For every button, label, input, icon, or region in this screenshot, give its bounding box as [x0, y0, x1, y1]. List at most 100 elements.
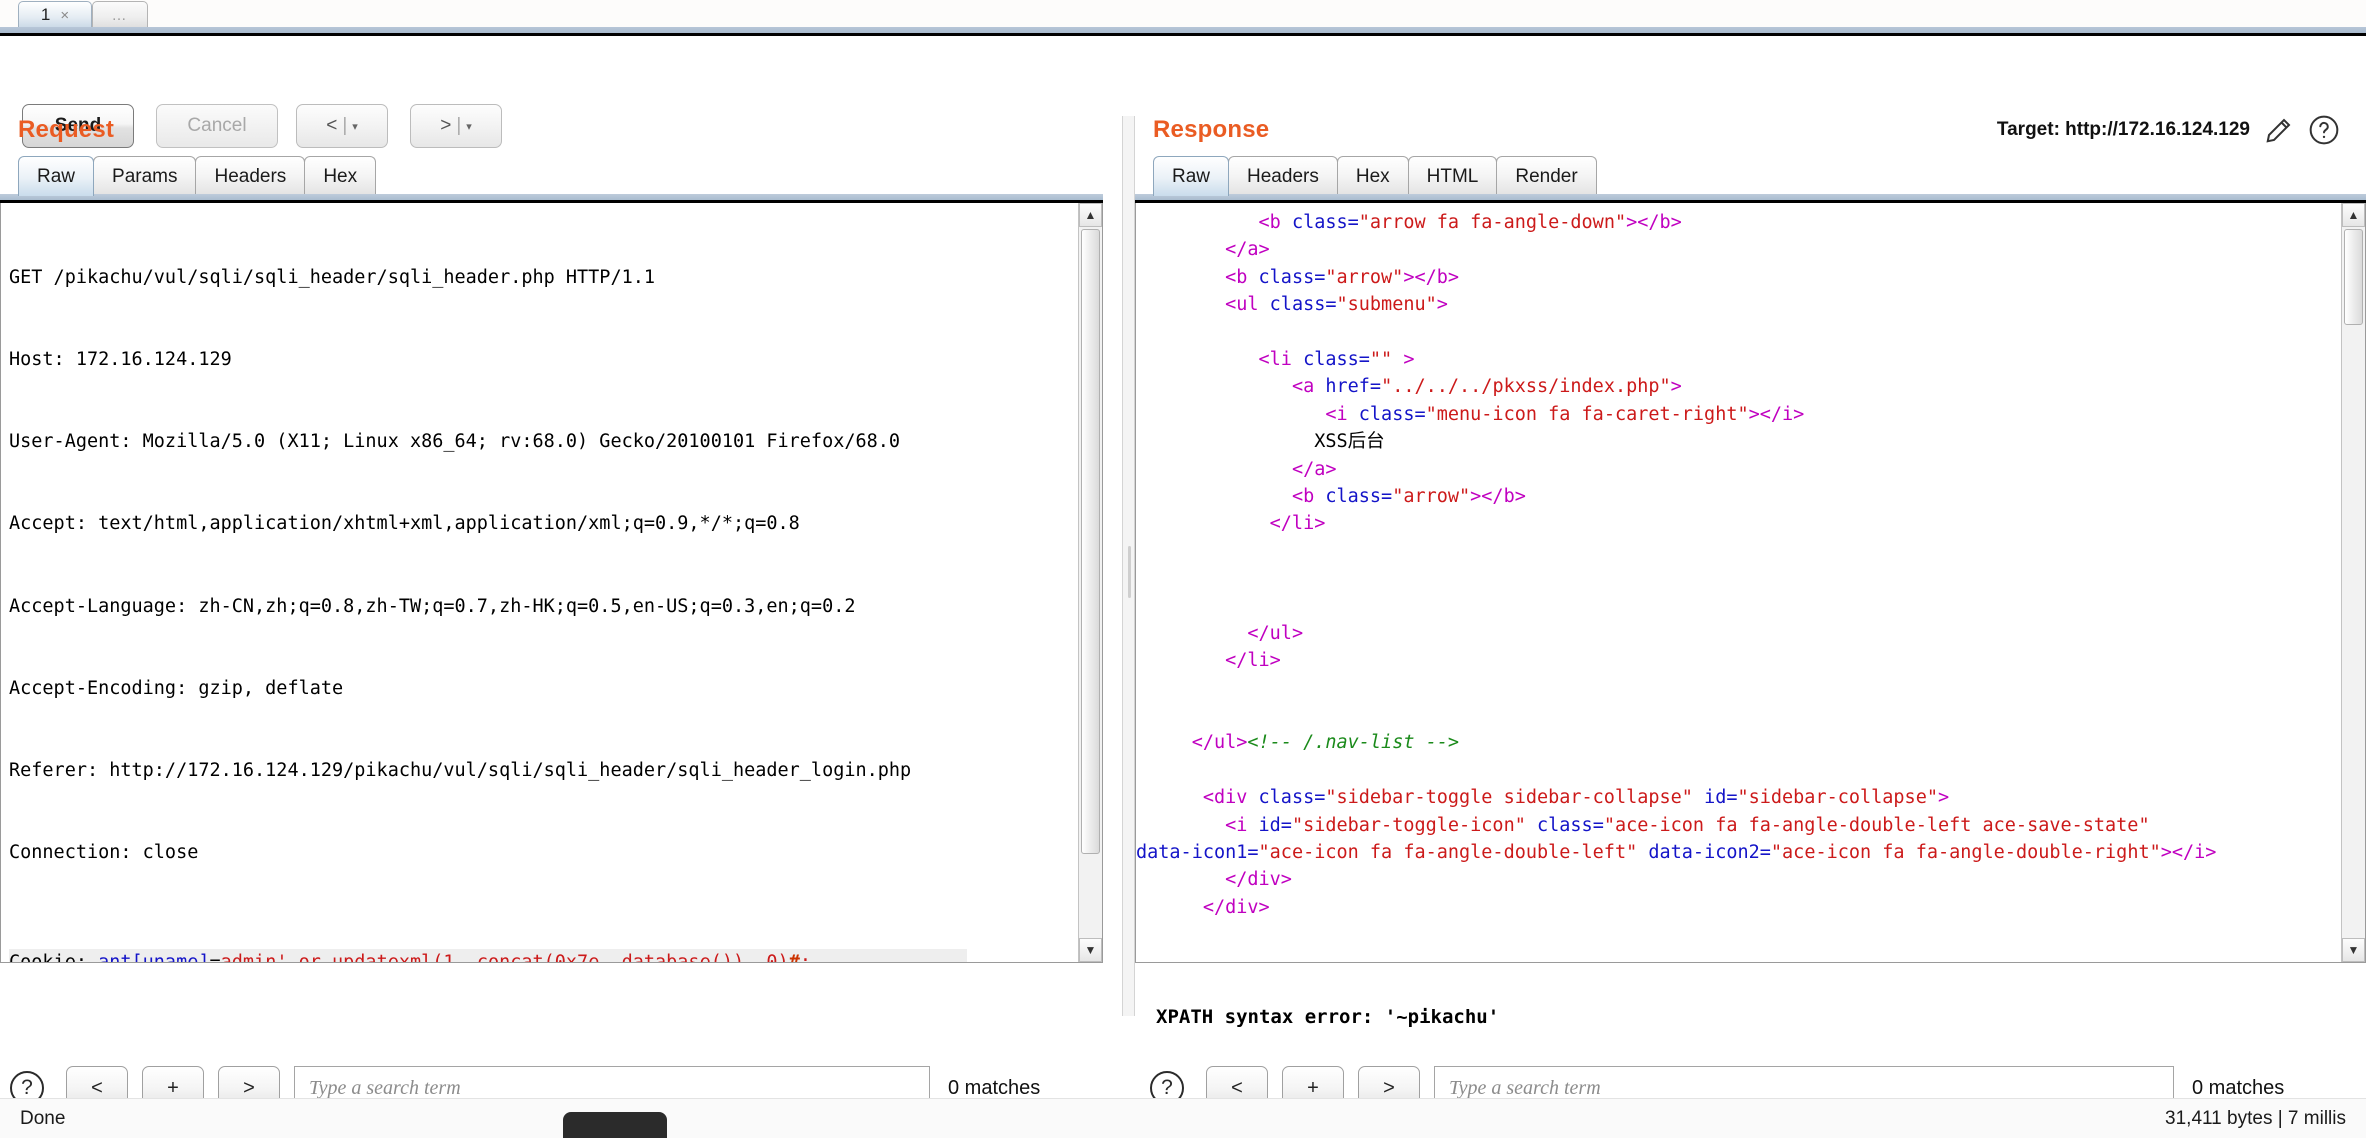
response-tab-raw[interactable]: Raw	[1153, 156, 1230, 196]
request-line: Accept: text/html,application/xhtml+xml,…	[9, 513, 800, 535]
close-icon[interactable]: ×	[60, 7, 69, 24]
request-tab-raw[interactable]: Raw	[18, 156, 95, 196]
request-tab-raw-label: Raw	[37, 165, 76, 187]
cookie-value-uname: admin' or updatexml(1, concat(0x7e, data…	[220, 951, 789, 963]
response-token: "arrow"	[1325, 266, 1404, 288]
response-token: class=	[1358, 403, 1426, 425]
request-editor[interactable]: GET /pikachu/vul/sqli/sqli_header/sqli_h…	[0, 203, 1103, 963]
response-token: >	[1436, 294, 1448, 316]
cookie-semicolon: ;	[799, 951, 811, 963]
target-area: Target: http://172.16.124.129	[1997, 114, 2340, 146]
go-back-button[interactable]: < | ▾	[296, 104, 388, 148]
response-line: XSS后台	[1136, 428, 2216, 455]
response-token: "../../../pkxss/index.php"	[1381, 376, 1671, 398]
request-cookie-line-1: Cookie: ant[uname]=admin' or updatexml(1…	[9, 948, 967, 963]
status-right-text: 31,411 bytes | 7 millis	[2165, 1107, 2346, 1129]
response-vertical-scrollbar[interactable]: ▲ ▼	[2341, 203, 2365, 962]
response-token: ></b>	[1626, 212, 1682, 233]
scroll-up-icon[interactable]: ▲	[2342, 203, 2365, 227]
response-token: >	[1392, 348, 1415, 370]
response-token: <ul	[1225, 294, 1270, 316]
repeater-tab-strip: 1 × …	[0, 0, 2366, 28]
response-line: <b class="arrow"></b>	[1136, 483, 2216, 510]
scroll-up-icon[interactable]: ▲	[1079, 203, 1102, 227]
pencil-icon[interactable]	[2264, 115, 2294, 145]
request-tab-row: Raw Params Headers Hex	[18, 154, 377, 196]
request-tab-params[interactable]: Params	[93, 156, 197, 196]
scroll-thumb[interactable]	[2344, 229, 2363, 325]
request-raw-text[interactable]: GET /pikachu/vul/sqli/sqli_header/sqli_h…	[9, 209, 967, 963]
response-line	[1136, 702, 2216, 729]
button-separator: |	[456, 115, 462, 136]
repeater-tab-more-label: …	[111, 6, 129, 24]
response-raw-text[interactable]: <b class="arrow fa fa-angle-down"></b> <…	[1136, 209, 2216, 921]
response-token: <b	[1291, 485, 1326, 507]
request-tab-hex[interactable]: Hex	[304, 156, 377, 196]
response-token: "sidebar-toggle sidebar-collapse"	[1325, 787, 1693, 809]
response-token: <!-- /.nav-list -->	[1247, 732, 1460, 754]
search-add-label: +	[1307, 1076, 1319, 1099]
status-left-text: Done	[20, 1107, 66, 1129]
go-forward-button[interactable]: > | ▾	[410, 104, 502, 148]
response-tab-hex[interactable]: Hex	[1336, 156, 1409, 196]
request-line: Host: 172.16.124.129	[9, 349, 232, 371]
response-line	[1136, 565, 2216, 592]
response-token	[1693, 787, 1704, 808]
response-line	[1136, 538, 2216, 565]
request-tab-headers[interactable]: Headers	[195, 156, 306, 196]
response-token: </ul>	[1247, 622, 1304, 644]
repeater-toolbar: Send Cancel < | ▾ > | ▾ Target: http://1…	[0, 36, 2366, 148]
request-line: User-Agent: Mozilla/5.0 (X11; Linux x86_…	[9, 431, 901, 453]
chevron-down-icon[interactable]: ▾	[466, 120, 472, 133]
response-line: <i id="sidebar-toggle-icon" class="ace-i…	[1136, 812, 2216, 839]
repeater-tab-1[interactable]: 1 ×	[18, 1, 92, 28]
response-tab-hex-label: Hex	[1355, 165, 1390, 187]
response-token: <li	[1258, 348, 1304, 370]
text-cursor: #	[788, 951, 800, 963]
response-token: "sidebar-toggle-icon"	[1291, 814, 1526, 836]
response-line: </a>	[1136, 236, 2216, 263]
response-token: "ace-icon fa fa-angle-double-left ace-sa…	[1603, 814, 2150, 836]
repeater-tab-more[interactable]: …	[92, 1, 148, 28]
xpath-error-text: XPATH syntax error: '~pikachu'	[1156, 1006, 1500, 1028]
search-next-label: >	[1383, 1076, 1395, 1099]
response-line: <li class="" >	[1136, 346, 2216, 373]
response-line: </li>	[1136, 647, 2216, 674]
response-tab-headers[interactable]: Headers	[1228, 156, 1338, 196]
scroll-thumb[interactable]	[1081, 229, 1100, 854]
cancel-button[interactable]: Cancel	[156, 104, 278, 148]
request-match-count: 0 matches	[948, 1076, 1041, 1099]
go-forward-label: >	[440, 115, 452, 136]
question-mark-icon[interactable]	[2308, 114, 2340, 146]
scroll-down-icon[interactable]: ▼	[2342, 938, 2365, 962]
response-token: >	[1670, 376, 1682, 398]
response-token: href=	[1325, 376, 1382, 398]
panel-splitter[interactable]	[1122, 116, 1135, 1016]
response-token: ></b>	[1470, 485, 1526, 507]
request-tab-hex-label: Hex	[323, 165, 358, 187]
response-line: </div>	[1136, 894, 2216, 921]
response-token: <a	[1291, 376, 1326, 398]
response-editor[interactable]: <b class="arrow fa fa-angle-down"></b> <…	[1135, 203, 2366, 963]
response-line: </ul>	[1136, 620, 2216, 647]
search-prev-label: <	[1231, 1076, 1243, 1099]
scroll-down-icon[interactable]: ▼	[1079, 938, 1102, 962]
hide-panel-handle[interactable]	[563, 1112, 667, 1138]
response-line: </a>	[1136, 456, 2216, 483]
response-token: </ul>	[1191, 732, 1248, 754]
cookie-equals: =	[209, 951, 221, 963]
response-title: Response	[1153, 116, 1270, 143]
response-token: "arrow fa fa-angle-down"	[1358, 212, 1627, 233]
response-tab-html[interactable]: HTML	[1407, 156, 1498, 196]
request-vertical-scrollbar[interactable]: ▲ ▼	[1078, 203, 1102, 962]
response-tab-headers-label: Headers	[1247, 165, 1319, 187]
response-tab-html-label: HTML	[1426, 165, 1479, 187]
response-tab-render[interactable]: Render	[1496, 156, 1597, 196]
response-token: >	[1937, 787, 1950, 809]
response-line: </ul><!-- /.nav-list -->	[1136, 729, 2216, 756]
chevron-down-icon[interactable]: ▾	[352, 120, 358, 133]
response-token: class=	[1537, 814, 1604, 836]
cancel-button-label: Cancel	[187, 115, 247, 136]
response-token: ></i>	[2160, 841, 2217, 863]
response-line: data-icon1="ace-icon fa fa-angle-double-…	[1136, 839, 2216, 866]
